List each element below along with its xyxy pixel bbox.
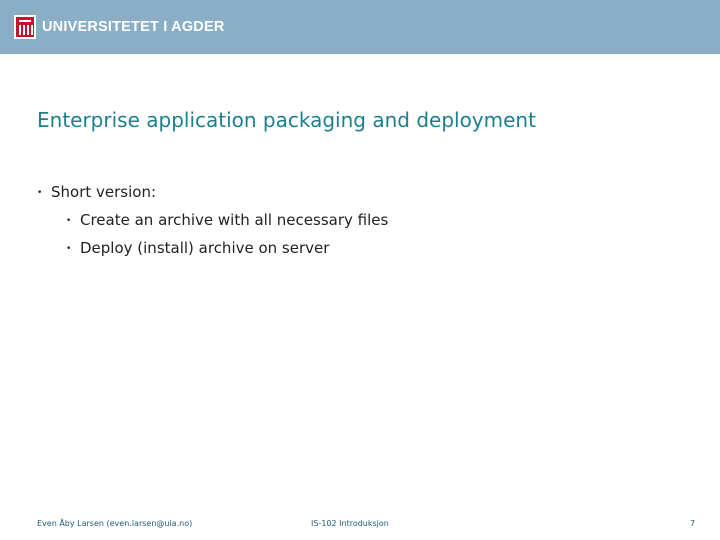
- footer-author: Even Åby Larsen (even.larsen@uia.no): [37, 519, 193, 528]
- bullet-dot-icon: •: [66, 216, 72, 226]
- sub-bullet-item: • Deploy (install) archive on server: [37, 239, 388, 267]
- bullet-text: Create an archive with all necessary fil…: [80, 211, 389, 229]
- slide-title: Enterprise application packaging and dep…: [37, 108, 536, 132]
- bullet-dot-icon: •: [66, 244, 72, 254]
- bullet-text: Deploy (install) archive on server: [80, 239, 330, 257]
- footer-course: IS-102 Introduksjon: [311, 519, 389, 528]
- header-band: UNIVERSITETET I AGDER: [0, 0, 720, 54]
- university-logo-icon: [14, 15, 36, 39]
- bullet-dot-icon: •: [37, 188, 43, 198]
- bullet-text: Short version:: [51, 183, 157, 201]
- bullet-item: • Short version:: [37, 183, 388, 211]
- sub-bullet-item: • Create an archive with all necessary f…: [37, 211, 388, 239]
- university-logo: UNIVERSITETET I AGDER: [14, 14, 225, 40]
- logo-text: UNIVERSITETET I AGDER: [42, 19, 225, 35]
- page-number: 7: [690, 519, 696, 528]
- bullet-list: • Short version: • Create an archive wit…: [37, 183, 388, 267]
